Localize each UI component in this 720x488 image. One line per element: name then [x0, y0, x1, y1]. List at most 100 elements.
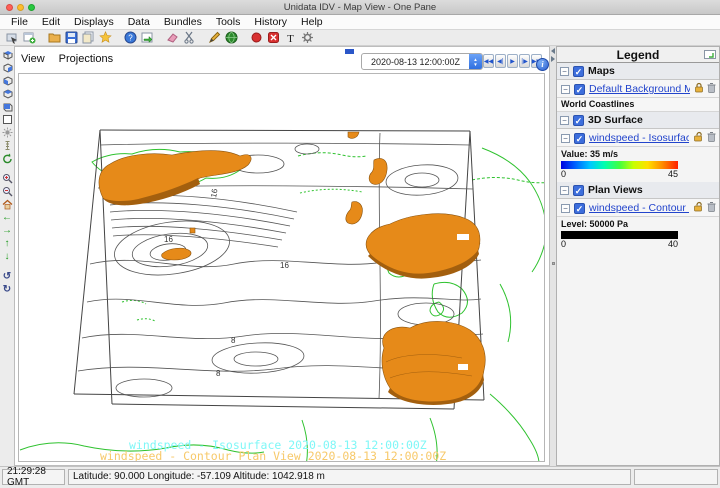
- menu-projections[interactable]: Projections: [59, 53, 113, 65]
- menu-bar: File Edit Displays Data Bundles Tools Hi…: [0, 15, 720, 30]
- isosurface-colorbar[interactable]: [561, 161, 678, 169]
- favorites-star-icon[interactable]: [98, 31, 112, 44]
- show-dashboard-icon[interactable]: [5, 31, 19, 44]
- view-east-icon[interactable]: [1, 74, 14, 87]
- redo-view-icon[interactable]: ↻: [1, 283, 14, 296]
- plan-views-checkbox[interactable]: ✓: [573, 185, 584, 196]
- undo-view-icon[interactable]: ↺: [1, 270, 14, 283]
- svg-text:16: 16: [209, 187, 220, 198]
- copy-bundle-icon[interactable]: [81, 31, 95, 44]
- cut-icon[interactable]: [182, 31, 196, 44]
- help-icon[interactable]: ?: [123, 31, 137, 44]
- view-2d-icon[interactable]: [1, 113, 14, 126]
- settings-gear-icon[interactable]: [300, 31, 314, 44]
- map-view-menus: View Projections: [21, 53, 113, 65]
- zoom-in-icon[interactable]: [1, 172, 14, 185]
- time-selector[interactable]: 2020-08-13 12:00:00Z ▲▼: [361, 53, 483, 70]
- maps-checkbox[interactable]: ✓: [573, 66, 584, 77]
- collapse-isosurface-icon[interactable]: −: [561, 134, 570, 143]
- new-window-icon[interactable]: [22, 31, 36, 44]
- collapse-3d-surface-icon[interactable]: −: [560, 116, 569, 125]
- surface-3d-checkbox[interactable]: ✓: [573, 115, 584, 126]
- menu-edit[interactable]: Edit: [35, 15, 67, 29]
- menu-history[interactable]: History: [247, 15, 294, 29]
- legend-category-maps: − ✓ Maps: [557, 63, 719, 80]
- lock-open-icon[interactable]: [693, 201, 704, 215]
- pan-up-icon[interactable]: ↑: [1, 237, 14, 250]
- menu-view[interactable]: View: [21, 53, 45, 65]
- play-button[interactable]: ▶: [507, 54, 518, 68]
- time-stepper[interactable]: ▲▼: [469, 54, 482, 69]
- pan-down-icon[interactable]: ↓: [1, 250, 14, 263]
- isosurface-value-label: Value: 35 m/s: [557, 147, 719, 160]
- svg-text:?: ?: [128, 34, 133, 43]
- contour-plan-checkbox[interactable]: ✓: [574, 203, 585, 214]
- surface-3d-category-label: 3D Surface: [588, 114, 643, 126]
- trash-icon[interactable]: [707, 82, 716, 96]
- globe-icon[interactable]: [224, 31, 238, 44]
- splitter-grip[interactable]: [552, 262, 555, 265]
- vertical-scale-icon[interactable]: [1, 139, 14, 152]
- svg-text:T: T: [287, 33, 294, 44]
- menu-file[interactable]: File: [4, 15, 35, 29]
- delete-all-icon[interactable]: [266, 31, 280, 44]
- view-top-icon[interactable]: [1, 48, 14, 61]
- collapse-plan-views-icon[interactable]: −: [560, 186, 569, 195]
- float-legend-icon[interactable]: [704, 50, 716, 62]
- trash-icon[interactable]: [707, 201, 716, 215]
- status-position: Latitude: 90.000 Longitude: -57.109 Alti…: [68, 469, 631, 485]
- svg-text:16: 16: [280, 261, 289, 270]
- background-maps-checkbox[interactable]: ✓: [574, 84, 585, 95]
- view-north-icon[interactable]: [1, 61, 14, 74]
- trash-icon[interactable]: [707, 131, 716, 145]
- record-movie-icon[interactable]: [249, 31, 263, 44]
- contour-plan-colorbar[interactable]: [561, 231, 678, 239]
- menu-displays[interactable]: Displays: [67, 15, 121, 29]
- save-bundle-icon[interactable]: [64, 31, 78, 44]
- sun-shading-icon[interactable]: [1, 126, 14, 139]
- step-forward-button[interactable]: |▶: [519, 54, 530, 68]
- reset-home-icon[interactable]: [1, 198, 14, 211]
- auto-rotate-icon[interactable]: [1, 152, 14, 165]
- minimize-window-button[interactable]: [17, 4, 24, 11]
- svg-text:16: 16: [164, 235, 173, 244]
- step-back-all-button[interactable]: ◀◀: [483, 54, 494, 68]
- collapse-maps-icon[interactable]: −: [560, 67, 569, 76]
- data-chooser-icon[interactable]: [140, 31, 154, 44]
- maps-category-label: Maps: [588, 65, 615, 77]
- svg-text:8: 8: [216, 369, 221, 378]
- collapse-background-maps-icon[interactable]: −: [561, 85, 570, 94]
- step-back-button[interactable]: ◀|: [495, 54, 506, 68]
- zoom-window-button[interactable]: [28, 4, 35, 11]
- collapse-right-icon[interactable]: [551, 56, 555, 62]
- menu-data[interactable]: Data: [121, 15, 157, 29]
- view-perspective-icon[interactable]: [1, 100, 14, 113]
- isosurface-checkbox[interactable]: ✓: [574, 133, 585, 144]
- contour-plan-colorbar-wrap: 0 40: [557, 230, 719, 249]
- timeline-indicator[interactable]: [345, 49, 354, 54]
- lock-open-icon[interactable]: [693, 131, 704, 145]
- zoom-out-icon[interactable]: [1, 185, 14, 198]
- text-note-icon[interactable]: T: [283, 31, 297, 44]
- collapse-contour-plan-icon[interactable]: −: [561, 204, 570, 213]
- contour-plan-link[interactable]: windspeed - Contour Pl...: [589, 202, 689, 214]
- eraser-icon[interactable]: [165, 31, 179, 44]
- menu-tools[interactable]: Tools: [209, 15, 248, 29]
- background-maps-link[interactable]: Default Background Maps: [589, 83, 690, 95]
- drawing-pencil-icon[interactable]: [207, 31, 221, 44]
- animation-properties-button[interactable]: i: [536, 58, 549, 71]
- view-south-icon[interactable]: [1, 87, 14, 100]
- pan-right-icon[interactable]: →: [1, 224, 14, 237]
- menu-help[interactable]: Help: [294, 15, 330, 29]
- lock-closed-icon[interactable]: [694, 82, 704, 96]
- isosurface-link[interactable]: windspeed - Isosurface: [589, 132, 689, 144]
- map-canvas[interactable]: 24 16 16 16 8 8: [18, 73, 545, 462]
- collapse-left-icon[interactable]: [551, 48, 555, 54]
- isosurface-colorbar-wrap: 0 45: [557, 160, 719, 179]
- close-window-button[interactable]: [6, 4, 13, 11]
- menu-bundles[interactable]: Bundles: [157, 15, 209, 29]
- open-bundle-icon[interactable]: [47, 31, 61, 44]
- legend-item-background-maps: − ✓ Default Background Maps: [557, 80, 719, 98]
- pan-left-icon[interactable]: ←: [1, 211, 14, 224]
- isosurface-scale-min: 0: [561, 169, 566, 179]
